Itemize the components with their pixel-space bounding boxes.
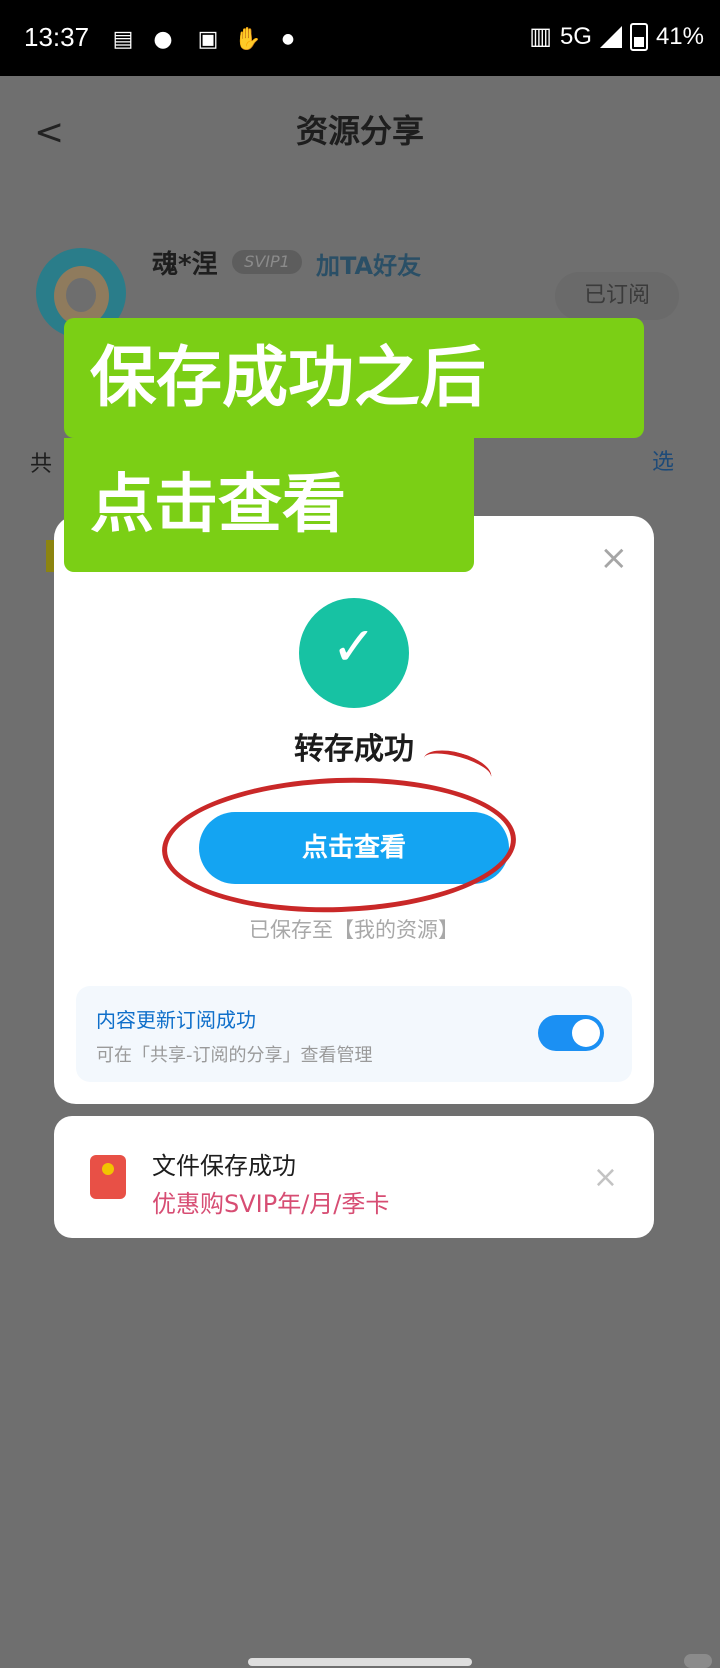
saved-to-text: 已保存至【我的资源】	[249, 918, 459, 942]
status-bar: 13:37 ▤ ● ▣ ✋ ● ▥ 5G 41%	[0, 0, 720, 76]
subscription-description: 可在「共享-订阅的分享」查看管理	[96, 1045, 373, 1066]
subscription-card: 内容更新订阅成功 可在「共享-订阅的分享」查看管理	[76, 986, 632, 1082]
dot-icon: ●	[281, 31, 295, 47]
background-right-text[interactable]: 选	[652, 444, 674, 476]
subscribed-button[interactable]: 已订阅	[555, 272, 679, 320]
toast-close-icon[interactable]: ×	[593, 1160, 618, 1195]
network-label: 5G	[559, 22, 592, 50]
hand-icon: ✋	[234, 26, 262, 52]
battery-icon	[629, 22, 648, 51]
add-friend-link[interactable]: 加TA好友	[316, 246, 421, 281]
status-time: 13:37	[24, 22, 90, 52]
page-title: 资源分享	[295, 112, 424, 150]
overlay-caption-line1: 保存成功之后	[64, 318, 644, 438]
subscription-toggle[interactable]	[538, 1015, 604, 1051]
svip-badge: SVIP1	[232, 250, 302, 274]
red-envelope-icon	[90, 1155, 126, 1199]
toast-promo-link[interactable]: 优惠购SVIP年/月/季卡	[152, 1184, 389, 1219]
battery-label: 41%	[655, 22, 704, 50]
background-left-text: 共	[30, 452, 53, 477]
overlay-caption-line2: 点击查看	[64, 438, 474, 572]
page: < 资源分享 魂*涅 SVIP1 加TA好友 已订阅 共 选 × 转存成功 点击…	[0, 76, 720, 1668]
success-title: 转存成功	[294, 732, 414, 767]
navigation-handle[interactable]	[248, 1658, 472, 1666]
circle-icon: ●	[153, 26, 173, 52]
toast-title: 文件保存成功	[152, 1152, 296, 1180]
background-yellow-mark	[46, 540, 54, 572]
close-icon[interactable]: ×	[600, 538, 629, 578]
save-success-modal: × 转存成功 点击查看 已保存至【我的资源】 内容更新订阅成功 可在「共享-订阅…	[54, 516, 654, 1104]
sim-icon: ▥	[529, 23, 552, 50]
watermark-badge	[684, 1654, 712, 1668]
phone-rotate-icon: ▣	[197, 26, 219, 52]
save-toast: 文件保存成功 优惠购SVIP年/月/季卡 ×	[54, 1116, 654, 1238]
notification-icon: ▤	[112, 26, 134, 52]
status-right: ▥ 5G 41%	[529, 22, 704, 51]
subscription-title: 内容更新订阅成功	[96, 1008, 256, 1032]
signal-icon	[599, 25, 622, 48]
username: 魂*涅	[152, 250, 218, 280]
success-check-icon	[299, 598, 409, 708]
view-button[interactable]: 点击查看	[199, 812, 509, 884]
